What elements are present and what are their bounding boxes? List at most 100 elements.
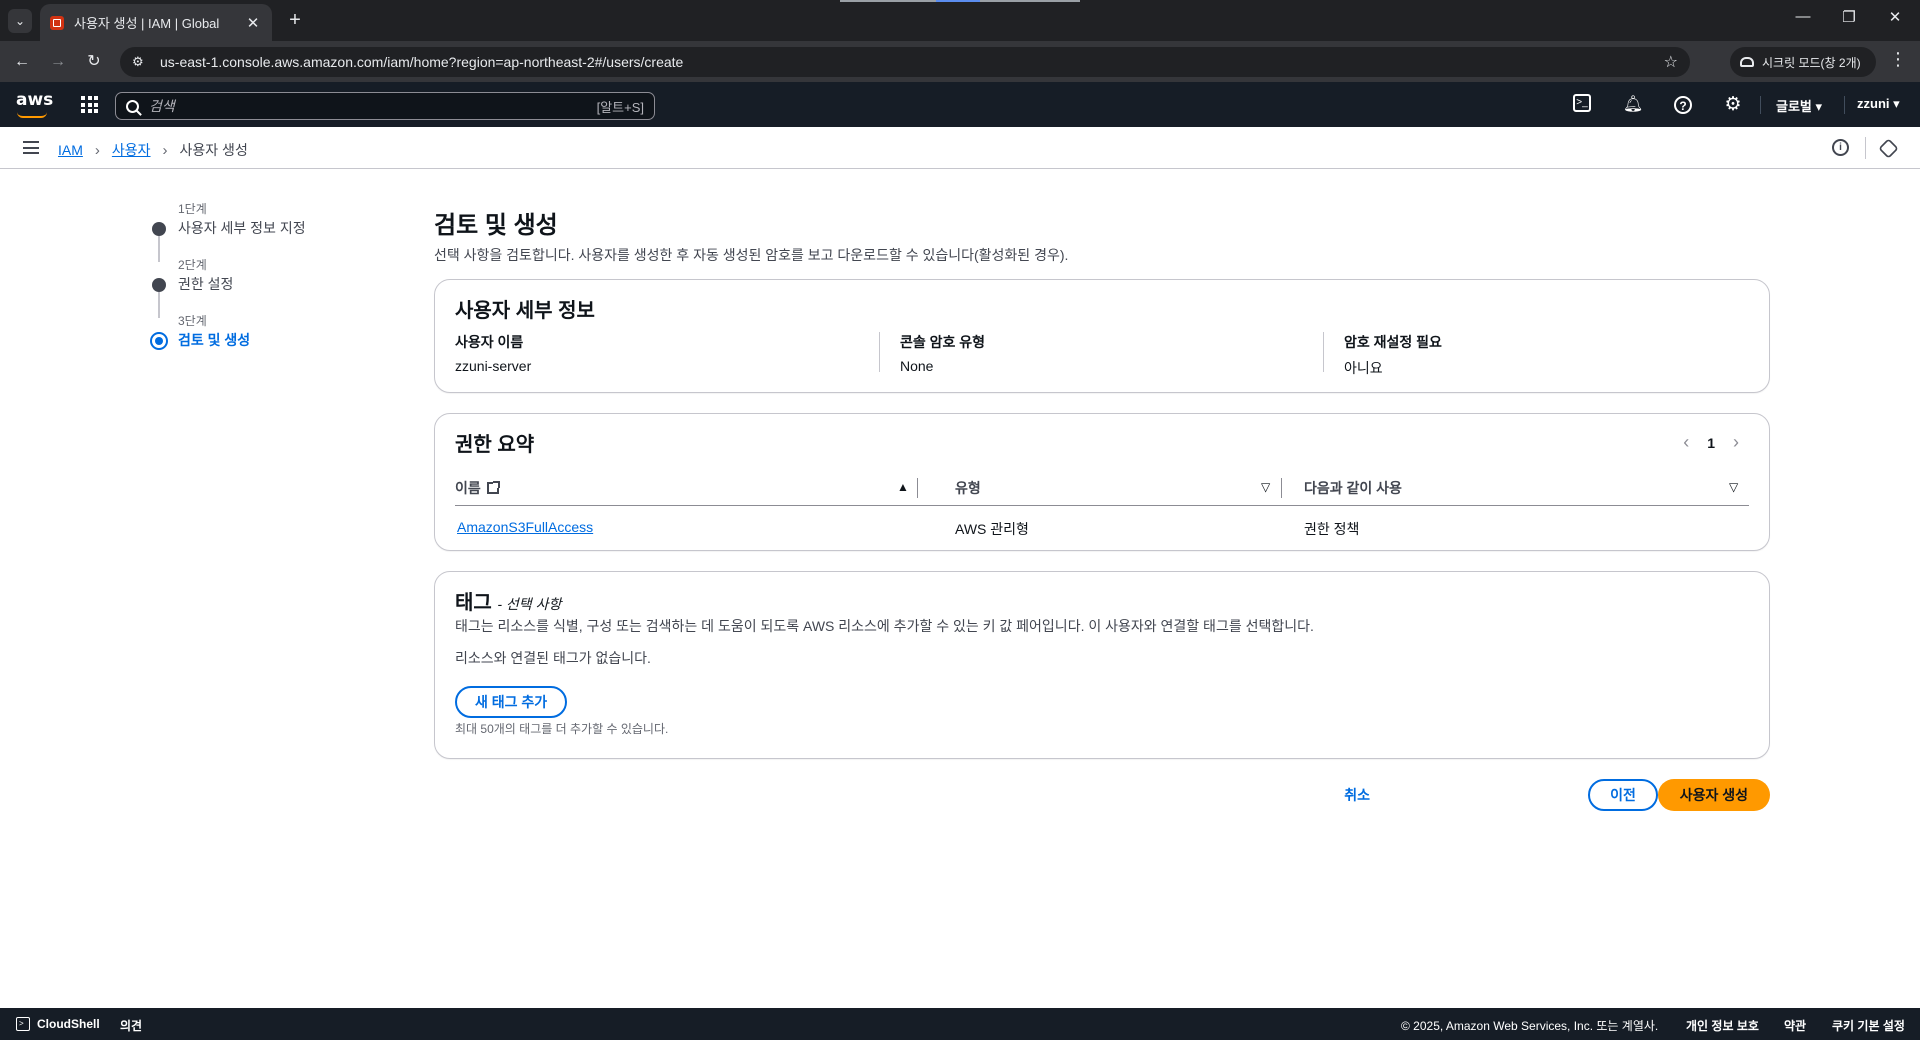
new-tab-button[interactable]: + [282, 8, 308, 34]
cancel-button[interactable]: 취소 [1344, 785, 1370, 805]
page-number[interactable]: 1 [1707, 435, 1715, 451]
incognito-icon [1740, 57, 1754, 67]
terms-link[interactable]: 약관 [1784, 1017, 1806, 1034]
restore-button[interactable]: ❐ [1826, 8, 1872, 26]
site-info-icon[interactable]: ⚙ [132, 54, 154, 70]
field-value: None [900, 358, 934, 374]
minimize-button[interactable]: — [1780, 8, 1826, 25]
aws-logo[interactable]: aws [16, 90, 53, 110]
copyright-text: © 2025, Amazon Web Services, Inc. 또는 계열사… [1401, 1019, 1659, 1033]
field-value: 아니요 [1344, 360, 1383, 376]
sort-icon[interactable]: ▽ [1261, 480, 1270, 494]
cloudshell-link[interactable]: CloudShell [37, 1017, 100, 1031]
wizard-actions: 취소 이전 사용자 생성 [1170, 779, 1770, 813]
create-user-button[interactable]: 사용자 생성 [1657, 779, 1770, 811]
step-connector [158, 236, 160, 262]
step-connector [158, 292, 160, 318]
tags-description: 태그는 리소스를 식별, 구성 또는 검색하는 데 도움이 되도록 AWS 리소… [455, 618, 1314, 634]
address-bar[interactable]: ⚙ us-east-1.console.aws.amazon.com/iam/h… [120, 47, 1690, 77]
search-shortcut: [알트+S] [596, 99, 644, 115]
table-row: AmazonS3FullAccess AWS 관리형 권한 정책 [455, 506, 1749, 548]
account-menu[interactable]: zzuni ▾ [1857, 96, 1900, 112]
policy-used-as: 권한 정책 [1304, 521, 1360, 537]
browser-toolbar: ← → ↻ ⚙ us-east-1.console.aws.amazon.com… [0, 41, 1920, 82]
cloudshell-icon[interactable]: > [16, 1017, 30, 1031]
step-label[interactable]: 권한 설정 [178, 274, 233, 294]
tab-search-button[interactable]: ⌄ [8, 9, 32, 33]
chevron-right-icon: › [162, 141, 168, 159]
console-password-type-field: 콘솔 암호 유형 None [900, 332, 985, 374]
column-divider [1323, 332, 1324, 372]
column-header-label: 이름 [455, 480, 481, 496]
toolbar-divider [1865, 137, 1866, 159]
table-header: 이름 ▲ 유형 ▽ 다음과 같이 사용 ▽ [455, 470, 1749, 506]
column-header-used-as[interactable]: 다음과 같이 사용 [1304, 478, 1402, 498]
region-selector[interactable]: 글로벌 ▾ [1776, 96, 1822, 115]
step-number: 3단계 [178, 314, 207, 328]
column-divider [879, 332, 880, 372]
back-arrow-icon[interactable]: ← [9, 49, 35, 75]
bookmark-star-icon[interactable]: ☆ [1664, 52, 1678, 72]
step-dot-icon [152, 222, 166, 236]
settings-gear-icon[interactable]: ⚙ [1722, 94, 1744, 116]
field-value: zzuni-server [455, 358, 532, 374]
aws-logo-smile [17, 112, 47, 118]
incognito-indicator[interactable]: 시크릿 모드(창 2개) [1730, 47, 1876, 77]
previous-button[interactable]: 이전 [1588, 779, 1658, 811]
url-text[interactable]: us-east-1.console.aws.amazon.com/iam/hom… [160, 54, 1664, 70]
forward-arrow-icon[interactable]: → [45, 49, 71, 75]
chevron-right-icon: › [94, 141, 100, 159]
policy-link[interactable]: AmazonS3FullAccess [457, 519, 593, 535]
card-title: 권한 요약 [455, 434, 535, 456]
services-grid-icon[interactable] [81, 96, 98, 113]
search-input[interactable] [149, 98, 597, 114]
close-window-button[interactable]: ✕ [1872, 8, 1918, 26]
tab-close-icon[interactable]: ✕ [244, 14, 262, 32]
column-header-label: 다음과 같이 사용 [1304, 480, 1402, 496]
card-title: 태그 - 선택 사항 [455, 586, 561, 615]
info-icon[interactable]: i [1832, 139, 1849, 156]
tags-empty-message: 리소스와 연결된 태그가 없습니다. [455, 650, 651, 666]
feedback-link[interactable]: 의견 [120, 1017, 142, 1034]
breadcrumb: IAM › 사용자 › 사용자 생성 [58, 140, 248, 160]
cloudshell-icon[interactable]: >_ [1573, 94, 1591, 112]
aws-top-nav: aws [알트+S] >_ 🔔︎ ? ⚙ 글로벌 ▾ zzuni ▾ [0, 82, 1920, 127]
nav-divider [1844, 96, 1845, 114]
search-icon [126, 99, 139, 113]
browser-menu-icon[interactable]: ⋮ [1886, 49, 1910, 70]
user-details-card: 사용자 세부 정보 사용자 이름 zzuni-server 콘솔 암호 유형 N… [434, 279, 1770, 393]
help-icon[interactable]: ? [1674, 96, 1692, 114]
console-footer: > CloudShell 의견 © 2025, Amazon Web Servi… [0, 1008, 1920, 1040]
permissions-table: 이름 ▲ 유형 ▽ 다음과 같이 사용 ▽ AmazonS3FullAccess… [455, 470, 1749, 548]
step-label: 검토 및 생성 [178, 332, 251, 348]
reload-icon[interactable]: ↻ [81, 49, 107, 75]
sort-icon[interactable]: ▽ [1729, 480, 1738, 494]
sort-ascending-icon[interactable]: ▲ [897, 480, 909, 494]
privacy-link[interactable]: 개인 정보 보호 [1686, 1017, 1759, 1034]
incognito-label: 시크릿 모드(창 2개) [1762, 55, 1861, 70]
page-title: 검토 및 생성 [434, 212, 558, 239]
tags-title: 태그 [455, 592, 492, 614]
card-title: 사용자 세부 정보 [455, 300, 595, 322]
browser-tab[interactable]: 사용자 생성 | IAM | Global ✕ [40, 4, 272, 41]
chevron-left-icon[interactable]: ‹ [1683, 432, 1689, 453]
password-reset-field: 암호 재설정 필요 아니요 [1344, 332, 1442, 378]
step-label[interactable]: 사용자 세부 정보 지정 [178, 218, 306, 238]
chevron-right-icon[interactable]: › [1733, 432, 1739, 453]
breadcrumb-iam[interactable]: IAM [58, 142, 83, 158]
side-nav-menu-icon[interactable] [23, 141, 39, 154]
pagination: ‹ 1 › [1683, 432, 1739, 453]
external-link-icon [486, 481, 500, 494]
breadcrumb-users[interactable]: 사용자 [112, 140, 151, 160]
console-search[interactable]: [알트+S] [115, 92, 655, 120]
column-header-type[interactable]: 유형 [955, 478, 981, 498]
column-header-name[interactable]: 이름 [455, 478, 500, 498]
breadcrumb-current: 사용자 생성 [179, 142, 248, 158]
column-divider [917, 478, 918, 498]
notifications-bell-icon[interactable]: 🔔︎ [1622, 94, 1644, 116]
column-header-label: 유형 [955, 480, 981, 496]
field-label: 콘솔 암호 유형 [900, 334, 986, 350]
add-tag-button[interactable]: 새 태그 추가 [455, 686, 568, 718]
feedback-hex-icon[interactable] [1878, 138, 1899, 159]
cookie-preferences-link[interactable]: 쿠키 기본 설정 [1832, 1017, 1905, 1034]
